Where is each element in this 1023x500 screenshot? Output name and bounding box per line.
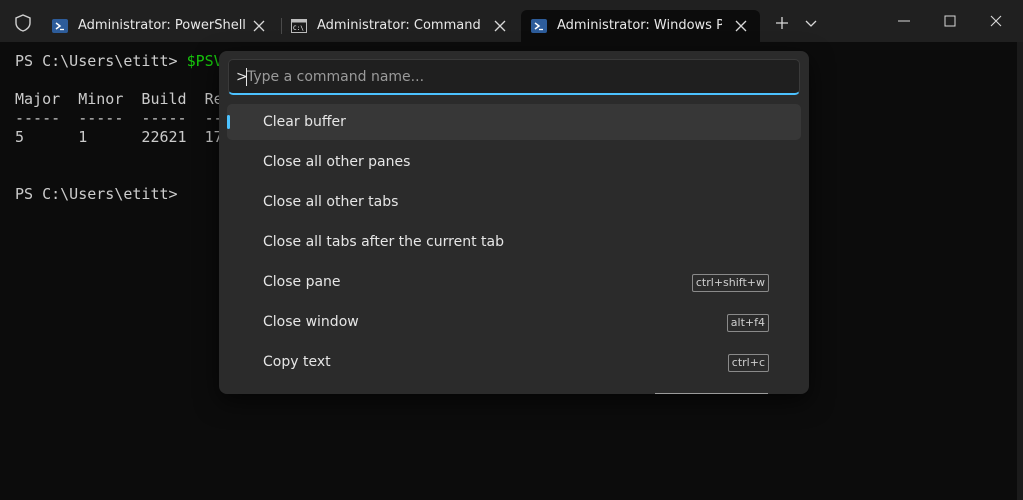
shield-icon (15, 14, 31, 32)
powershell-icon (52, 19, 68, 33)
command-label: Close all tabs after the current tab (263, 234, 505, 250)
output-header: Major Minor Build Re (15, 90, 223, 108)
palette-scrollbar[interactable] (655, 393, 768, 394)
shortcut-badge: ctrl+shift+w (691, 274, 769, 292)
command-label: Close window (263, 314, 359, 330)
text-caret (246, 68, 247, 86)
command-item-close-all-other-panes[interactable]: Close all other panes (227, 144, 801, 180)
command-label: Clear buffer (263, 114, 346, 130)
tab-windows-powershell[interactable]: Administrator: Windows Powe (521, 10, 760, 42)
minimize-icon (898, 20, 910, 22)
command-palette: > Clear buffer Close all other panes Clo… (219, 51, 809, 394)
tab-title: Administrator: PowerShell (78, 18, 246, 33)
command-label: Close pane (263, 274, 341, 290)
maximize-button[interactable] (927, 0, 973, 42)
shortcut-badge: ctrl+c (727, 354, 769, 372)
close-icon[interactable] (734, 19, 748, 33)
output-dashes: ----- ----- ----- -- (15, 109, 223, 127)
command-text: $PSV (186, 52, 223, 70)
tab-powershell[interactable]: Administrator: PowerShell (42, 10, 278, 42)
prompt-text: PS C:\Users\etitt> (15, 52, 187, 70)
svg-text:C:\: C:\ (293, 25, 304, 32)
command-label: Copy text (263, 354, 331, 370)
command-item-close-tabs-after[interactable]: Close all tabs after the current tab (227, 224, 801, 260)
scrollbar-track[interactable] (1017, 42, 1023, 500)
tab-command-prompt[interactable]: C:\ Administrator: Command Pron (281, 10, 519, 42)
tab-title: Administrator: Windows Powe (557, 18, 722, 33)
command-search-input[interactable] (228, 59, 800, 95)
close-icon[interactable] (493, 19, 507, 33)
tab-title: Administrator: Command Pron (317, 18, 482, 33)
command-item-close-all-other-tabs[interactable]: Close all other tabs (227, 184, 801, 220)
shortcut-badge: alt+f4 (726, 314, 769, 332)
minimize-button[interactable] (881, 0, 927, 42)
output-values: 5 1 22621 17 (15, 128, 223, 146)
command-label: Close all other tabs (263, 194, 399, 210)
command-label: Close all other panes (263, 154, 411, 170)
cmd-icon: C:\ (291, 19, 307, 33)
powershell-icon (531, 19, 547, 33)
prompt-line: PS C:\Users\etitt> $PSV (15, 52, 223, 70)
new-tab-icon[interactable] (771, 12, 793, 34)
command-item-clear-buffer[interactable]: Clear buffer (227, 104, 801, 140)
chevron-down-icon[interactable] (800, 12, 822, 34)
selection-indicator (227, 115, 230, 129)
close-window-button[interactable] (973, 0, 1019, 42)
maximize-icon (944, 15, 956, 27)
title-bar: Administrator: PowerShell C:\ Administra… (0, 0, 1023, 42)
close-icon (990, 15, 1002, 27)
close-icon[interactable] (252, 19, 266, 33)
prompt-line: PS C:\Users\etitt> (15, 185, 178, 203)
command-item-close-window[interactable]: Close window alt+f4 (227, 304, 801, 340)
command-item-close-pane[interactable]: Close pane ctrl+shift+w (227, 264, 801, 300)
command-item-copy-text[interactable]: Copy text ctrl+c (227, 344, 801, 380)
